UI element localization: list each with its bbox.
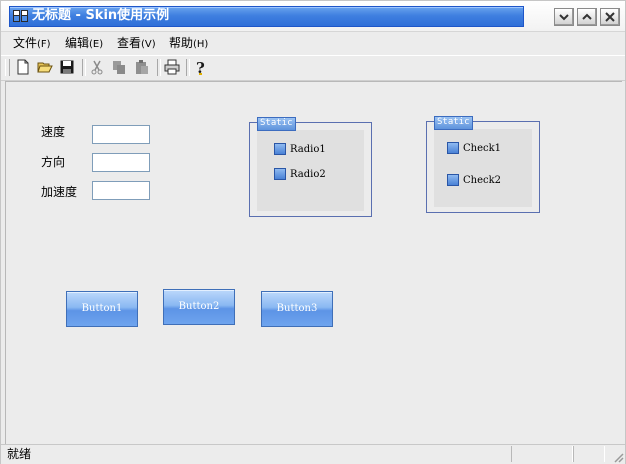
acceleration-label: 加速度 bbox=[41, 185, 78, 199]
toolbar-separator bbox=[186, 59, 190, 76]
status-bar: 就绪 bbox=[1, 444, 625, 464]
radio-group-caption: Static bbox=[257, 117, 296, 131]
title-frame: 无标题 - Skin使用示例 bbox=[9, 6, 524, 27]
check1-label[interactable]: Check1 bbox=[463, 143, 501, 155]
main-window: 无标题 - Skin使用示例 文件(F) 编辑(E) 查看(V) 帮助(H) ?… bbox=[0, 0, 626, 464]
menu-bar: 文件(F) 编辑(E) 查看(V) 帮助(H) bbox=[1, 32, 625, 54]
close-icon bbox=[605, 12, 615, 22]
menu-view[interactable]: 查看(V) bbox=[117, 35, 156, 51]
title-bar[interactable]: 无标题 - Skin使用示例 bbox=[1, 1, 625, 32]
button3[interactable]: Button3 bbox=[261, 291, 333, 327]
speed-input[interactable] bbox=[92, 125, 150, 144]
cut-icon[interactable] bbox=[89, 59, 105, 75]
menu-file[interactable]: 文件(F) bbox=[13, 35, 51, 51]
menu-view-label: 查看 bbox=[117, 36, 142, 50]
radio2-indicator[interactable] bbox=[274, 168, 286, 180]
svg-text:?: ? bbox=[196, 59, 205, 75]
check1-indicator[interactable] bbox=[447, 142, 459, 154]
check-groupbox: Static Check1 Check2 bbox=[426, 116, 540, 213]
maximize-button[interactable] bbox=[577, 8, 597, 26]
menu-file-accel: (F) bbox=[37, 39, 51, 50]
menu-help-label: 帮助 bbox=[169, 36, 194, 50]
menu-edit-label: 编辑 bbox=[65, 36, 90, 50]
copy-icon[interactable] bbox=[111, 59, 127, 75]
minimize-icon bbox=[559, 14, 569, 21]
toolbar-separator bbox=[157, 59, 161, 76]
resize-grip-icon[interactable] bbox=[612, 451, 624, 463]
open-folder-icon[interactable] bbox=[37, 59, 53, 75]
acceleration-input[interactable] bbox=[92, 181, 150, 200]
minimize-button[interactable] bbox=[554, 8, 574, 26]
radio1-label[interactable]: Radio1 bbox=[290, 144, 326, 156]
direction-input[interactable] bbox=[92, 153, 150, 172]
toolbar-grip[interactable] bbox=[5, 59, 10, 76]
button1[interactable]: Button1 bbox=[66, 291, 138, 327]
new-file-icon[interactable] bbox=[15, 59, 31, 75]
menu-view-accel: (V) bbox=[141, 39, 156, 50]
menu-edit-accel: (E) bbox=[89, 39, 104, 50]
menu-help[interactable]: 帮助(H) bbox=[169, 35, 208, 51]
status-pane bbox=[511, 446, 573, 462]
menu-edit[interactable]: 编辑(E) bbox=[65, 35, 103, 51]
print-icon[interactable] bbox=[164, 59, 180, 75]
paste-icon[interactable] bbox=[134, 59, 150, 75]
close-button[interactable] bbox=[600, 8, 620, 26]
menu-help-accel: (H) bbox=[193, 39, 209, 50]
window-title: 无标题 - Skin使用示例 bbox=[32, 8, 170, 23]
check2-indicator[interactable] bbox=[447, 174, 459, 186]
status-text: 就绪 bbox=[7, 447, 32, 461]
button2[interactable]: Button2 bbox=[163, 289, 235, 325]
help-icon[interactable]: ? bbox=[193, 59, 209, 75]
toolbar: ? bbox=[1, 55, 625, 81]
menu-file-label: 文件 bbox=[13, 36, 38, 50]
check-group-caption: Static bbox=[434, 116, 473, 130]
maximize-icon bbox=[582, 13, 592, 20]
check2-label[interactable]: Check2 bbox=[463, 175, 501, 187]
app-icon bbox=[13, 10, 28, 22]
speed-label: 速度 bbox=[41, 125, 66, 139]
client-area: 速度 方向 加速度 Static Radio1 Radio2 Static Ch… bbox=[5, 81, 622, 444]
radio2-label[interactable]: Radio2 bbox=[290, 169, 326, 181]
radio-groupbox: Static Radio1 Radio2 bbox=[249, 117, 372, 217]
radio1-indicator[interactable] bbox=[274, 143, 286, 155]
toolbar-separator bbox=[82, 59, 86, 76]
status-pane bbox=[573, 446, 605, 462]
direction-label: 方向 bbox=[41, 155, 66, 169]
save-icon[interactable] bbox=[59, 59, 75, 75]
check-group-panel bbox=[434, 129, 532, 207]
